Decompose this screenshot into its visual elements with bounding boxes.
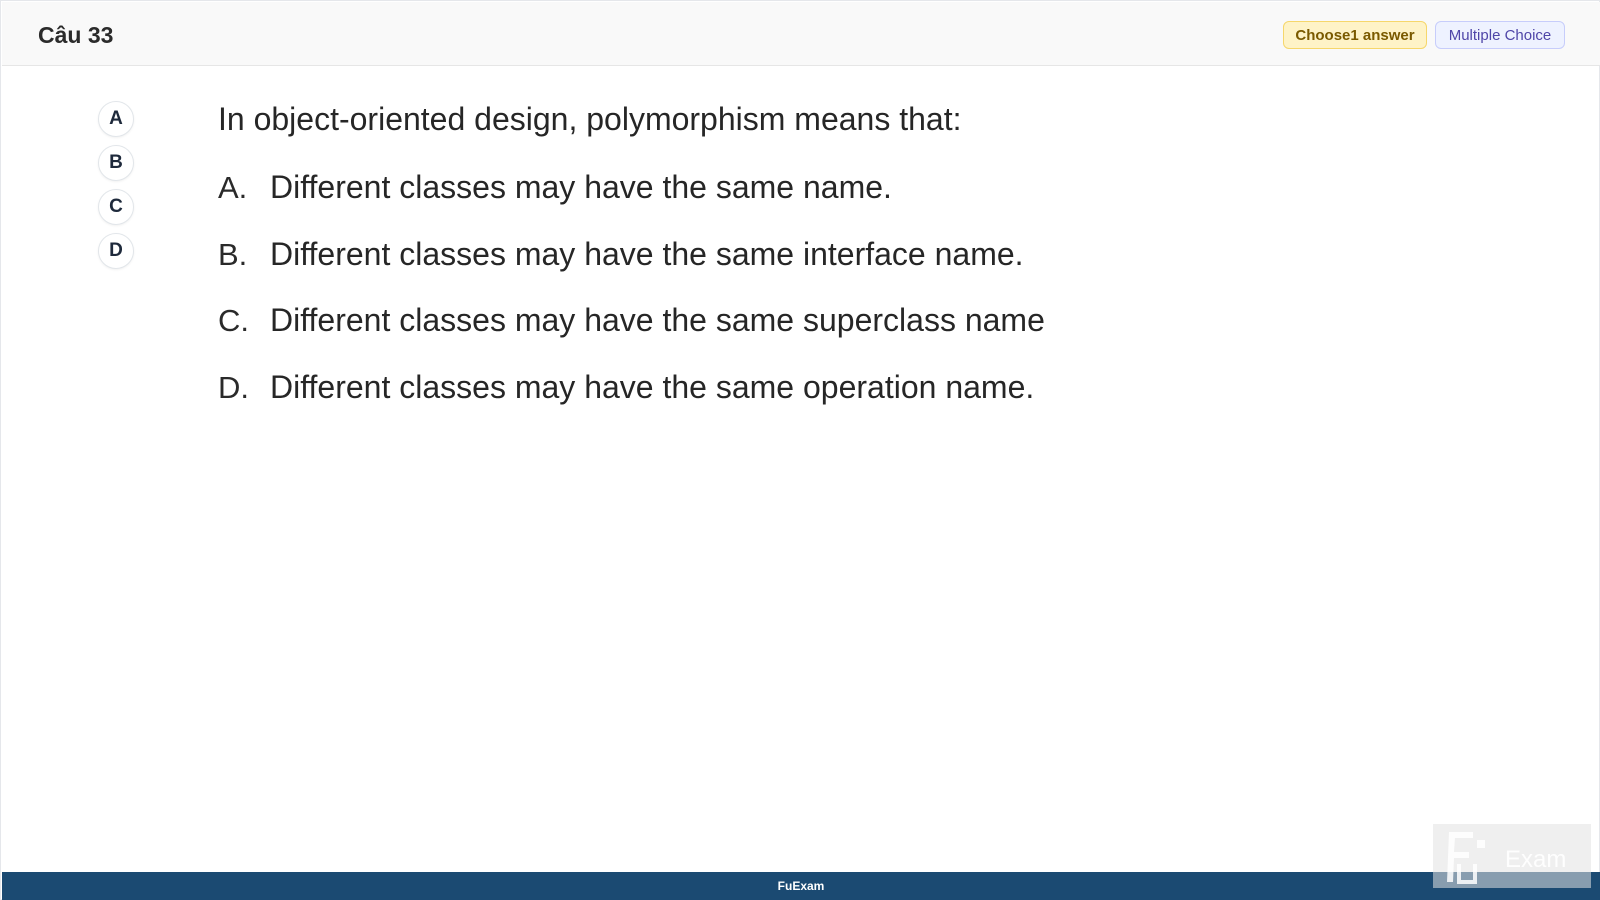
choose-answer-badge: Choose1 answer (1283, 21, 1427, 49)
answer-letter: B. (218, 236, 248, 272)
answer-option-a[interactable]: A. Different classes may have the same n… (218, 169, 1045, 236)
question-text: In object-oriented design, polymorphism … (218, 101, 962, 137)
answer-letter: C. (218, 303, 249, 338)
pick-option-d[interactable]: D (98, 233, 134, 269)
answer-option-c[interactable]: C. Different classes may have the same s… (218, 302, 1045, 369)
answer-picker: A B C D (98, 101, 136, 277)
fuexam-watermark-logo: Exam (1433, 824, 1591, 888)
pick-option-c[interactable]: C (98, 189, 134, 225)
answer-text: Different classes may have the same name… (270, 169, 892, 205)
fu-logo-icon (1447, 832, 1485, 884)
answer-list: A. Different classes may have the same n… (218, 169, 1045, 435)
watermark-text: Exam (1505, 846, 1567, 873)
pick-option-b[interactable]: B (98, 145, 134, 181)
question-header: Câu 33 Choose1 answer Multiple Choice (2, 2, 1600, 66)
footer-brand: FuExam (777, 879, 825, 893)
question-number: Câu 33 (38, 22, 114, 48)
answer-text: Different classes may have the same supe… (270, 302, 1045, 338)
answer-option-b[interactable]: B. Different classes may have the same i… (218, 236, 1045, 303)
footer-bar: FuExam (2, 872, 1600, 900)
answer-letter: A. (218, 170, 248, 205)
answer-letter: D. (218, 369, 249, 405)
answer-text: Different classes may have the same inte… (270, 235, 1024, 272)
answer-option-d[interactable]: D. Different classes may have the same o… (218, 369, 1045, 436)
question-type-badge: Multiple Choice (1435, 21, 1565, 49)
answer-text: Different classes may have the same oper… (270, 368, 1035, 405)
question-frame: Câu 33 Choose1 answer Multiple Choice A … (0, 0, 1600, 900)
pick-option-a[interactable]: A (98, 101, 134, 137)
